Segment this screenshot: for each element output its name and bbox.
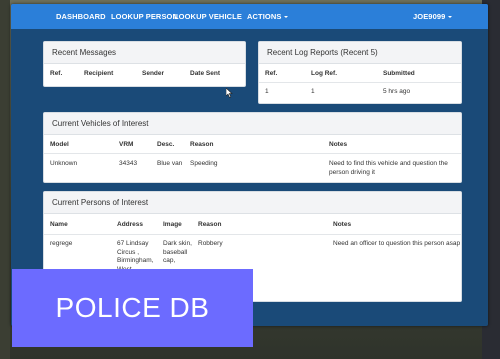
col-reason: Reason [198, 221, 222, 228]
col-log-ref: Log Ref. [311, 70, 337, 77]
nav-lookup-person[interactable]: LOOKUP PERSON [111, 12, 178, 21]
nav-actions-label: ACTIONS [247, 12, 282, 21]
person-name-cell: regrege [50, 240, 73, 247]
col-sender: Sender [142, 70, 165, 77]
nav-user-label: JOE9099 [413, 12, 446, 21]
table-divider [44, 153, 461, 154]
person-notes-cell: Need an officer to question this person … [333, 240, 461, 247]
col-desc: Desc. [157, 141, 175, 148]
person-reason-cell: Robbery [198, 240, 223, 247]
vehicles-of-interest-panel: Current Vehicles of Interest Model VRM D… [43, 112, 462, 183]
col-notes: Notes [333, 221, 352, 228]
vehicle-vrm-cell: 34343 [119, 160, 138, 167]
caret-down-icon [284, 16, 289, 19]
police-db-banner: POLICE DB [12, 269, 253, 347]
recent-messages-title: Recent Messages [44, 42, 245, 64]
top-navbar: DASHBOARD LOOKUP PERSON LOOKUP VEHICLE A… [11, 4, 488, 29]
recent-messages-panel: Recent Messages Ref. Recipient Sender Da… [43, 41, 246, 87]
caret-down-icon [448, 16, 453, 19]
recent-logs-title: Recent Log Reports (Recent 5) [259, 42, 461, 64]
nav-lookup-vehicle[interactable]: LOOKUP VEHICLE [174, 12, 242, 21]
col-submitted: Submitted [383, 70, 415, 77]
persons-title: Current Persons of Interest [44, 192, 461, 214]
vehicle-model-cell: Unknown [50, 160, 78, 167]
col-model: Model [50, 141, 69, 148]
col-date-sent: Date Sent [190, 70, 220, 77]
table-divider [44, 234, 461, 235]
recent-log-reports-panel: Recent Log Reports (Recent 5) Ref. Log R… [258, 41, 462, 104]
vehicle-desc-cell: Blue van [157, 160, 183, 167]
col-address: Address [117, 221, 144, 228]
person-image-cell: Dark skin, baseball cap, [163, 240, 192, 264]
col-recipient: Recipient [84, 70, 114, 77]
nav-actions-dropdown[interactable]: ACTIONS [247, 12, 289, 21]
col-image: Image [163, 221, 182, 228]
log-ref-cell: 1 [265, 88, 269, 95]
table-divider [259, 82, 461, 83]
vehicles-title: Current Vehicles of Interest [44, 113, 461, 135]
col-notes: Notes [329, 141, 348, 148]
vehicle-notes-cell: Need to find this vehicle and question t… [329, 160, 448, 176]
background-left-edge [0, 0, 10, 359]
vehicle-reason-cell: Speeding [190, 160, 218, 167]
col-ref: Ref. [50, 70, 63, 77]
nav-dashboard[interactable]: DASHBOARD [56, 12, 106, 21]
nav-user-dropdown[interactable]: JOE9099 [413, 12, 453, 21]
col-reason: Reason [190, 141, 214, 148]
log-logref-cell: 1 [311, 88, 315, 95]
col-ref: Ref. [265, 70, 278, 77]
col-name: Name [50, 221, 68, 228]
col-vrm: VRM [119, 141, 134, 148]
log-submitted-cell: 5 hrs ago [383, 88, 411, 95]
